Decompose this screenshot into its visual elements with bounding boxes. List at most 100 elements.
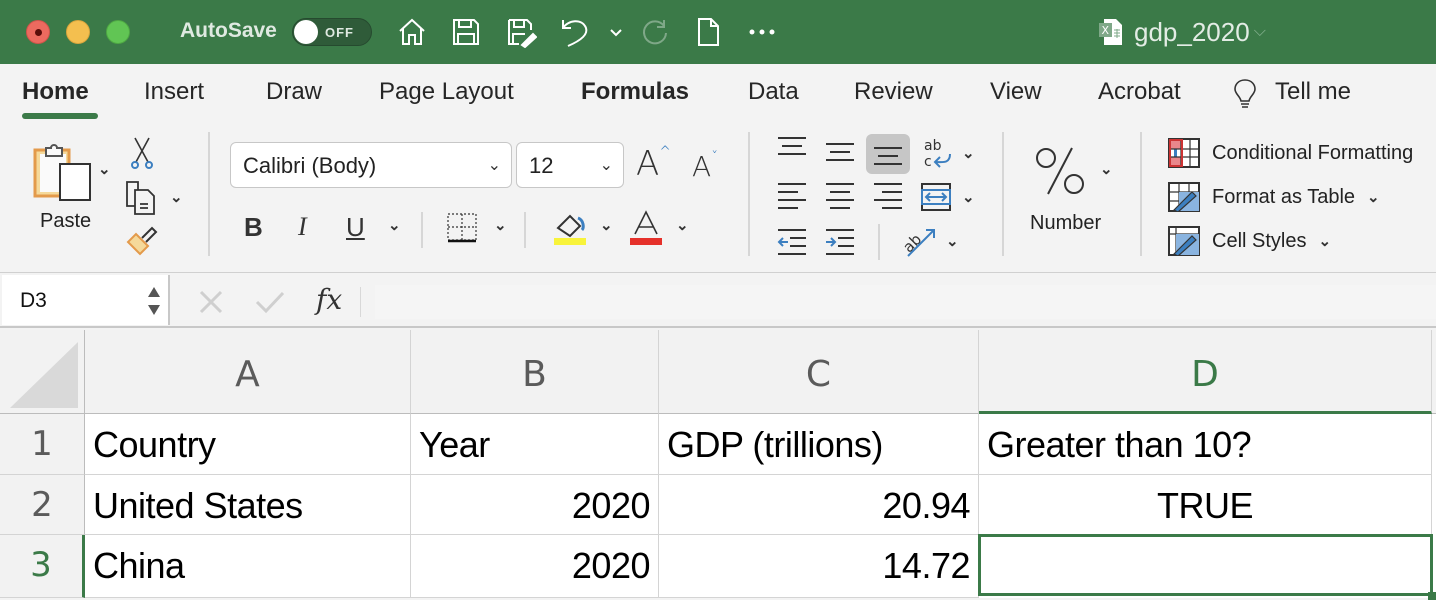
save-as-icon[interactable]	[505, 16, 538, 49]
borders-dropdown-icon[interactable]: ⌄	[494, 216, 507, 234]
cell-c1[interactable]: GDP (trillions)	[659, 414, 979, 475]
cell-b1[interactable]: Year	[411, 414, 659, 475]
cell-styles-button[interactable]: Cell Styles ⌄	[1168, 226, 1331, 256]
column-header-d[interactable]: D	[979, 330, 1432, 414]
insert-function-icon[interactable]: fx	[316, 283, 342, 316]
ribbon-tabs: Home Insert Draw Page Layout Formulas Da…	[0, 64, 1436, 124]
underline-dropdown-icon[interactable]: ⌄	[388, 216, 401, 234]
fill-color-dropdown-icon[interactable]: ⌄	[600, 216, 613, 234]
paste-dropdown-icon[interactable]: ⌄	[98, 160, 111, 178]
undo-dropdown-icon[interactable]	[600, 16, 622, 48]
column-header-a[interactable]: A	[85, 330, 411, 414]
row-header-1[interactable]: 1	[0, 414, 85, 475]
cell-a1[interactable]: Country	[85, 414, 411, 475]
cell-c2[interactable]: 20.94	[659, 475, 979, 535]
tab-review[interactable]: Review	[854, 78, 933, 106]
cancel-icon[interactable]	[198, 289, 224, 315]
formula-separator	[360, 287, 361, 317]
column-header-b[interactable]: B	[411, 330, 659, 414]
conditional-formatting-button[interactable]: Conditional Formatting	[1168, 138, 1413, 168]
tab-draw[interactable]: Draw	[266, 78, 322, 106]
orientation-icon[interactable]: ab	[900, 224, 938, 258]
cell-styles-icon	[1168, 226, 1200, 256]
tab-page-layout[interactable]: Page Layout	[379, 78, 514, 106]
wrap-text-icon[interactable]: ab c	[922, 136, 954, 170]
wrap-text-dropdown-icon[interactable]: ⌄	[962, 144, 975, 162]
font-size-select[interactable]: 12 ⌄	[516, 142, 624, 188]
format-as-table-button[interactable]: Format as Table ⌄	[1168, 182, 1380, 212]
formula-input[interactable]	[375, 285, 1436, 319]
copy-dropdown-icon[interactable]: ⌄	[170, 188, 183, 206]
document-title[interactable]: X gdp_2020 ⌵	[1098, 14, 1266, 50]
paste-icon[interactable]	[32, 142, 96, 204]
undo-icon[interactable]	[560, 16, 592, 48]
tab-tell-me[interactable]: Tell me	[1275, 78, 1351, 106]
save-icon[interactable]	[450, 16, 482, 48]
underline-button[interactable]: U	[346, 212, 365, 243]
font-color-dropdown-icon[interactable]: ⌄	[676, 216, 689, 234]
name-box-stepper-icon[interactable]	[146, 283, 162, 319]
column-header-e[interactable]	[1432, 330, 1436, 414]
home-icon[interactable]	[396, 16, 428, 48]
new-document-icon[interactable]	[692, 16, 724, 48]
copy-icon[interactable]	[124, 180, 160, 216]
cell-a3[interactable]: China	[85, 535, 411, 598]
zoom-window-button[interactable]	[106, 20, 130, 44]
align-top-icon[interactable]	[776, 136, 808, 158]
number-format-icon[interactable]	[1034, 144, 1086, 196]
align-right-icon[interactable]	[872, 182, 904, 212]
cell-c3[interactable]: 14.72	[659, 535, 979, 598]
fill-color-icon[interactable]	[554, 210, 588, 246]
select-all-button[interactable]	[0, 330, 85, 414]
more-icon[interactable]	[746, 16, 778, 48]
increase-font-size-icon[interactable]: A^	[636, 144, 671, 184]
italic-button[interactable]: I	[298, 212, 307, 242]
ribbon-separator	[421, 212, 423, 248]
conditional-formatting-icon	[1168, 138, 1200, 168]
cell-b2[interactable]: 2020	[411, 475, 659, 535]
tab-data[interactable]: Data	[748, 78, 799, 106]
name-box[interactable]: D3	[2, 275, 170, 325]
minimize-window-button[interactable]	[66, 20, 90, 44]
tab-view[interactable]: View	[990, 78, 1042, 106]
bold-button[interactable]: B	[244, 212, 263, 243]
orientation-dropdown-icon[interactable]: ⌄	[946, 232, 959, 250]
align-center-icon[interactable]	[824, 182, 856, 212]
column-header-c[interactable]: C	[659, 330, 979, 414]
tab-acrobat[interactable]: Acrobat	[1098, 78, 1181, 106]
align-middle-icon[interactable]	[824, 142, 856, 164]
format-painter-icon[interactable]	[126, 224, 160, 256]
cell-d1[interactable]: Greater than 10?	[979, 414, 1432, 475]
ribbon: ⌄ Paste ⌄ Calibri (Body) ⌄ 12 ⌄ A^ Aˇ B …	[0, 124, 1436, 272]
align-bottom-button[interactable]	[866, 134, 910, 174]
autosave-toggle[interactable]: OFF	[292, 18, 372, 46]
tab-home[interactable]: Home	[22, 78, 89, 106]
redo-icon[interactable]	[638, 16, 670, 48]
enter-checkmark-icon[interactable]	[254, 289, 286, 315]
align-left-icon[interactable]	[776, 182, 808, 212]
borders-icon[interactable]	[446, 212, 478, 244]
ribbon-separator	[1002, 132, 1004, 256]
font-color-icon[interactable]	[630, 210, 664, 246]
decrease-font-size-icon[interactable]: Aˇ	[692, 150, 718, 183]
font-name-select[interactable]: Calibri (Body) ⌄	[230, 142, 512, 188]
decrease-indent-icon[interactable]	[776, 228, 808, 258]
increase-indent-icon[interactable]	[824, 228, 856, 258]
toggle-knob	[294, 20, 318, 44]
cell-a2[interactable]: United States	[85, 475, 411, 535]
ribbon-separator	[1140, 132, 1142, 256]
cell-b3[interactable]: 2020	[411, 535, 659, 598]
number-dropdown-icon[interactable]: ⌄	[1100, 160, 1113, 178]
row-header-2[interactable]: 2	[0, 475, 85, 535]
merge-dropdown-icon[interactable]: ⌄	[962, 188, 975, 206]
tab-insert[interactable]: Insert	[144, 78, 204, 106]
tab-formulas[interactable]: Formulas	[581, 78, 689, 106]
spreadsheet-grid: A B C D 1 2 3 Country Year GDP (trillion…	[0, 330, 1436, 600]
cut-icon[interactable]	[130, 136, 154, 170]
row-header-3[interactable]: 3	[0, 535, 85, 598]
merge-center-icon[interactable]	[920, 182, 952, 212]
cell-d3-selected[interactable]	[978, 534, 1433, 596]
close-window-button[interactable]	[26, 20, 50, 44]
fill-handle[interactable]	[1428, 592, 1436, 600]
cell-d2[interactable]: TRUE	[979, 475, 1432, 535]
